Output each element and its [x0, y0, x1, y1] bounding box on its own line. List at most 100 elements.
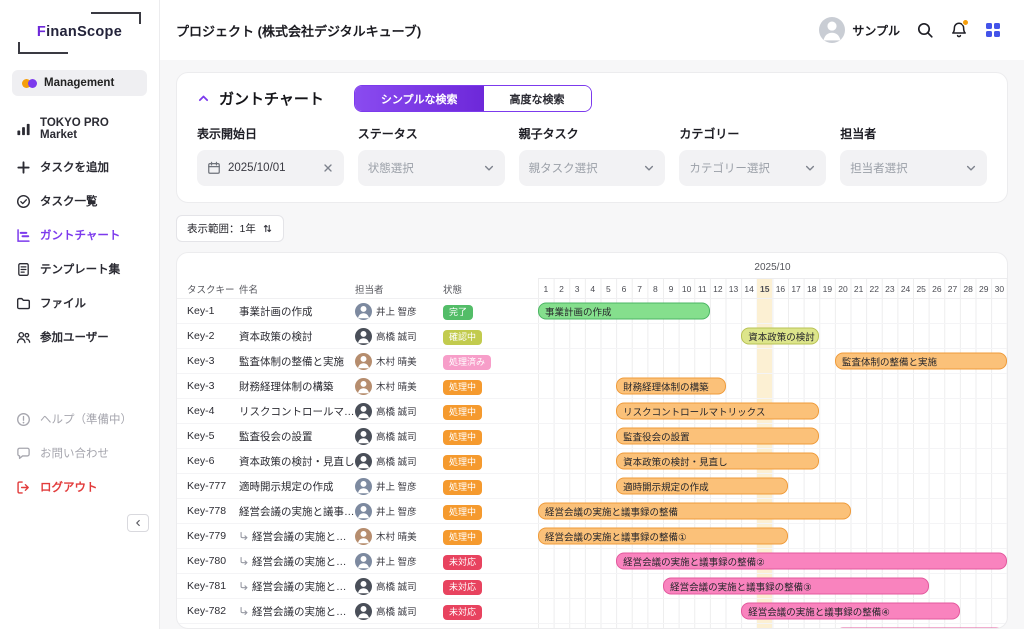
gantt-bar-label: 経営会議の実施と議事録の整備③ [670, 579, 812, 593]
gantt-bar[interactable]: 事業計画の作成 [538, 303, 710, 320]
sidebar-item-label: ガントチャート [40, 227, 120, 243]
assignee-avatar [355, 328, 372, 345]
gantt-row[interactable]: Key-1 事業計画の作成 井上 智彦 完了 事業計画の作成 [177, 299, 1007, 324]
filter-assignee-select[interactable]: 担当者選択 [840, 150, 987, 186]
task-status-cell: 未対応 [443, 552, 495, 570]
gantt-row[interactable]: Key-6 資本政策の検討・見直し 高橋 誠司 処理中 資本政策の検討・見直し [177, 449, 1007, 474]
task-assignee: 高橋 誠司 [355, 428, 443, 445]
task-name: 経営会議の実施と議事録の整備 [239, 504, 355, 519]
document-icon [16, 262, 31, 277]
task-timeline: 適時開示規定の作成 [538, 474, 1007, 498]
sidebar-item-members[interactable]: 参加ユーザー [0, 320, 159, 354]
gantt-bar[interactable]: 経営会議の実施と議事録の整備② [616, 553, 1007, 570]
gantt-bar[interactable]: 監査役会の設置 [616, 428, 819, 445]
gantt-row[interactable]: Key-4 リスクコントロールマトリックス 高橋 誠司 処理中 リスクコントロー… [177, 399, 1007, 424]
search-button[interactable] [916, 21, 934, 39]
gantt-row[interactable]: Key-783 経営会議の実施と議事録の整備⑤ 高橋 誠司 未対応 経営会議の実… [177, 624, 1007, 629]
chat-icon [16, 446, 31, 461]
task-assignee: 高橋 誠司 [355, 603, 443, 620]
task-status-cell: 処理中 [443, 377, 495, 395]
gantt-bar[interactable]: リスクコントロールマトリックス [616, 403, 819, 420]
gantt-row[interactable]: Key-778 経営会議の実施と議事録の整備 井上 智彦 処理中 経営会議の実施… [177, 499, 1007, 524]
status-badge: 未対応 [443, 555, 482, 570]
gantt-bar-label: 適時開示規定の作成 [623, 479, 709, 493]
gantt-bar[interactable]: 監査体制の整備と実施 [835, 353, 1007, 370]
sidebar-item-files[interactable]: ファイル [0, 286, 159, 320]
app-logo[interactable]: FinanScope [14, 12, 145, 54]
task-name: 監査体制の整備と実施 [239, 354, 355, 369]
task-key: Key-2 [177, 330, 239, 342]
apps-menu-button[interactable] [984, 21, 1002, 39]
sidebar-item-contact[interactable]: お問い合わせ [0, 436, 159, 470]
gantt-bar[interactable]: 経営会議の実施と議事録の整備③ [663, 578, 929, 595]
gantt-bar[interactable]: 適時開示規定の作成 [616, 478, 788, 495]
gantt-bar[interactable]: 資本政策の検討・見直し [616, 453, 819, 470]
task-timeline: 監査役会の設置 [538, 424, 1007, 448]
sidebar-item-tokyo-pro-market[interactable]: TOKYO PRO Market [0, 108, 159, 150]
status-badge: 処理中 [443, 505, 482, 520]
filter-label: 担当者 [840, 125, 987, 142]
collapse-section-button[interactable] [197, 92, 210, 105]
task-key: Key-4 [177, 405, 239, 417]
day-23: 23 [882, 284, 898, 294]
status-badge: 未対応 [443, 605, 482, 620]
gantt-row[interactable]: Key-782 経営会議の実施と議事録の整備④ 高橋 誠司 未対応 経営会議の実… [177, 599, 1007, 624]
sidebar-item-task-list[interactable]: タスク一覧 [0, 184, 159, 218]
user-name: サンプル [852, 22, 900, 39]
assignee-avatar [355, 553, 372, 570]
status-badge: 処理中 [443, 480, 482, 495]
gantt-bar[interactable]: 財務経理体制の構築 [616, 378, 725, 395]
gantt-bar[interactable]: 経営会議の実施と議事録の整備① [538, 528, 788, 545]
gantt-row[interactable]: Key-777 適時開示規定の作成 井上 智彦 処理中 適時開示規定の作成 [177, 474, 1007, 499]
task-key: Key-781 [177, 580, 239, 592]
sidebar-item-templates[interactable]: テンプレート集 [0, 252, 159, 286]
gantt-row[interactable]: Key-5 監査役会の設置 高橋 誠司 処理中 監査役会の設置 [177, 424, 1007, 449]
management-button[interactable]: Management [12, 70, 147, 96]
range-control[interactable]: 表示範囲：1年 [176, 215, 284, 242]
gantt-row[interactable]: Key-3 財務経理体制の構築 木村 晴美 処理中 財務経理体制の構築 [177, 374, 1007, 399]
assignee-name: 高橋 誠司 [376, 579, 417, 593]
main-content: ガントチャート シンプルな検索高度な検索 表示開始日 2025/10/01 ステ… [160, 60, 1024, 629]
gantt-row[interactable]: Key-780 経営会議の実施と議事録の整備② 井上 智彦 未対応 経営会議の実… [177, 549, 1007, 574]
filter-start-date-input[interactable]: 2025/10/01 [197, 150, 344, 186]
filter-field: カテゴリー カテゴリー選択 [679, 125, 826, 186]
sidebar-collapse-button[interactable] [127, 514, 149, 532]
sidebar-item-gantt-chart[interactable]: ガントチャート [0, 218, 159, 252]
gantt-bar[interactable]: 経営会議の実施と議事録の整備④ [741, 603, 960, 620]
gantt-icon [16, 228, 31, 243]
user-chip[interactable]: サンプル [819, 17, 900, 43]
sidebar-item-help[interactable]: ヘルプ（準備中） [0, 402, 159, 436]
tab-advanced-search[interactable]: 高度な検索 [484, 86, 591, 111]
sidebar-item-logout[interactable]: ログアウト [0, 470, 159, 504]
day-16: 16 [773, 284, 789, 294]
gantt-row[interactable]: Key-779 経営会議の実施と議事録の整備① 木村 晴美 処理中 経営会議の実… [177, 524, 1007, 549]
day-25: 25 [913, 284, 929, 294]
notifications-button[interactable] [950, 21, 968, 39]
day-14: 14 [741, 284, 757, 294]
task-key: Key-6 [177, 455, 239, 467]
gantt-row[interactable]: Key-3 監査体制の整備と実施 木村 晴美 処理済み 監査体制の整備と実施 [177, 349, 1007, 374]
filter-grid: 表示開始日 2025/10/01 ステータス 状態選択 親子タスク 親タスク選択… [197, 125, 987, 186]
check-circle-icon [16, 194, 31, 209]
filter-value: 親タスク選択 [529, 160, 598, 176]
day-30: 30 [992, 284, 1008, 294]
filter-value: 2025/10/01 [228, 162, 286, 174]
filter-parent-task-select[interactable]: 親タスク選択 [519, 150, 666, 186]
assignee-avatar [355, 528, 372, 545]
sidebar-item-label: 参加ユーザー [40, 329, 109, 345]
gantt-row[interactable]: Key-781 経営会議の実施と議事録の整備③ 高橋 誠司 未対応 経営会議の実… [177, 574, 1007, 599]
clear-icon[interactable] [322, 162, 334, 174]
sidebar-item-label: ヘルプ（準備中） [40, 411, 132, 427]
assignee-avatar [355, 353, 372, 370]
gantt-bar[interactable]: 経営会議の実施と議事録の整備 [538, 503, 851, 520]
sidebar-item-add-task[interactable]: タスクを追加 [0, 150, 159, 184]
gantt-bar[interactable]: 資本政策の検討 [741, 328, 819, 345]
task-assignee: 木村 晴美 [355, 353, 443, 370]
filter-status-select[interactable]: 状態選択 [358, 150, 505, 186]
filter-category-select[interactable]: カテゴリー選択 [679, 150, 826, 186]
day-11: 11 [694, 284, 710, 294]
task-name: 資本政策の検討 [239, 329, 355, 344]
gantt-row[interactable]: Key-2 資本政策の検討 高橋 誠司 確認中 資本政策の検討 [177, 324, 1007, 349]
day-24: 24 [898, 284, 914, 294]
tab-simple-search[interactable]: シンプルな検索 [355, 86, 484, 111]
